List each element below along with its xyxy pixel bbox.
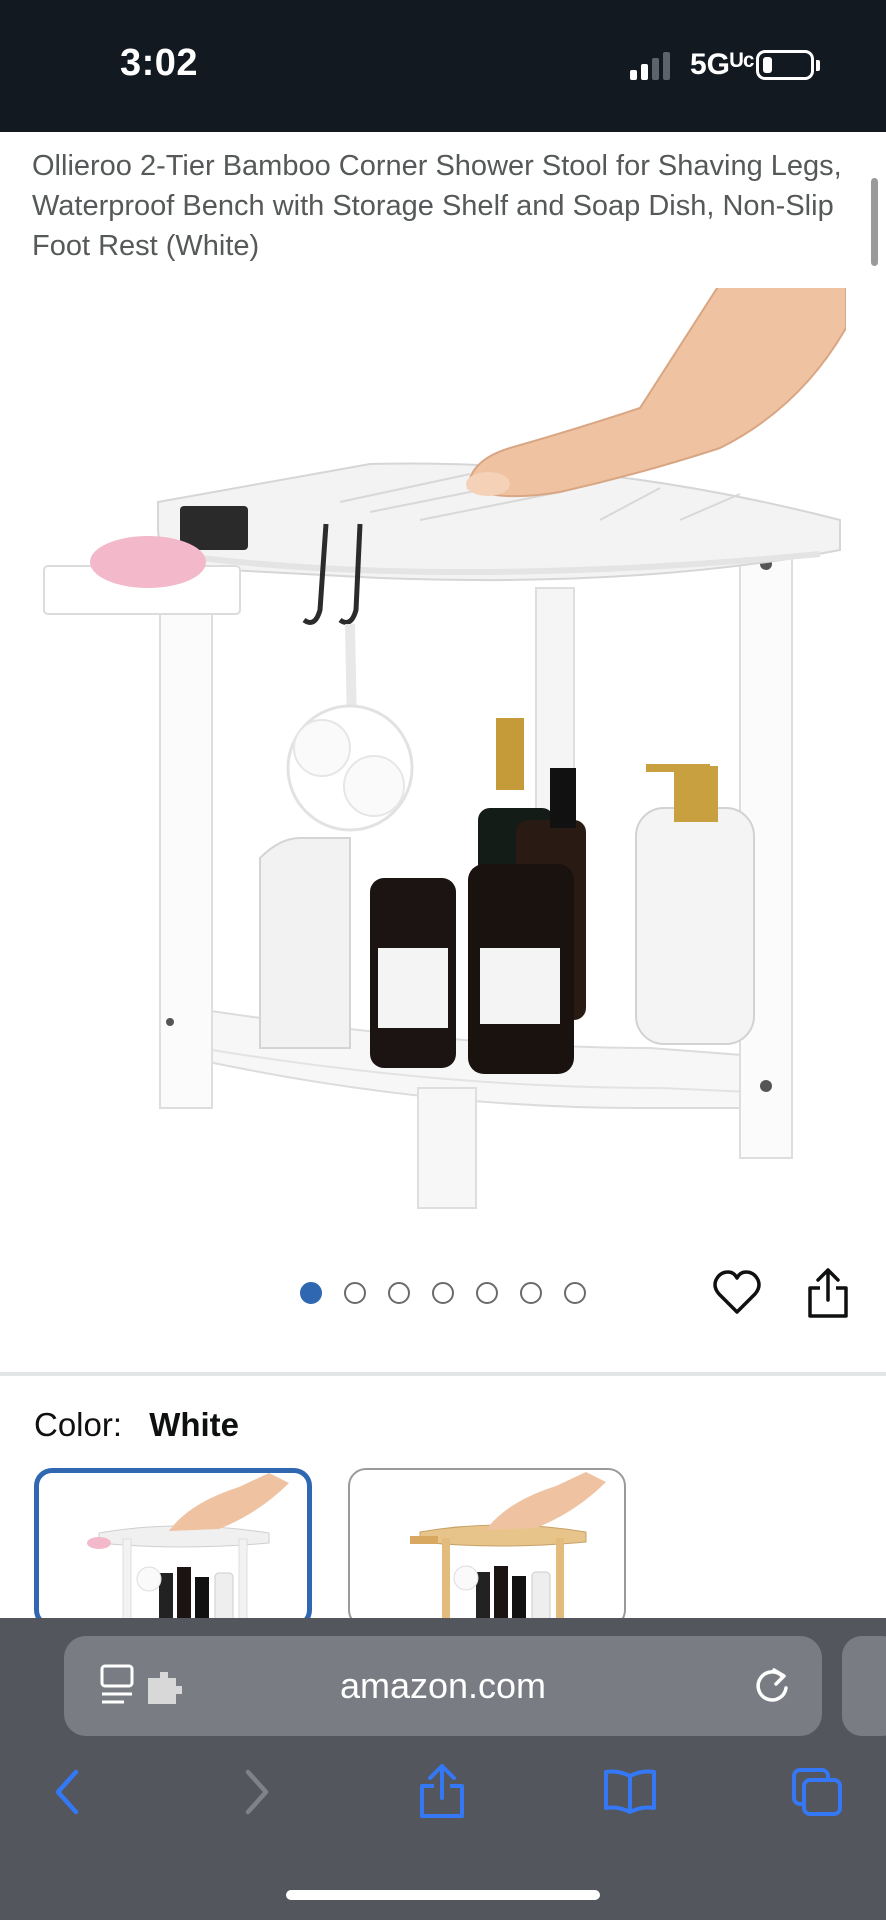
color-swatch-white[interactable] [34, 1468, 312, 1628]
heart-icon[interactable] [712, 1268, 762, 1318]
battery-icon [756, 50, 814, 80]
color-selector-label: Color: White [34, 1406, 239, 1444]
status-time: 3:02 [120, 42, 199, 84]
carousel-dot[interactable] [564, 1282, 586, 1304]
bookmarks-icon[interactable] [602, 1768, 658, 1814]
color-value: White [149, 1406, 240, 1443]
share-page-icon[interactable] [418, 1762, 466, 1820]
back-icon[interactable] [50, 1766, 84, 1818]
image-carousel-dots [300, 1282, 586, 1304]
swatch-white-thumbnail [87, 1473, 289, 1623]
scroll-indicator[interactable] [871, 178, 878, 266]
forward-icon[interactable] [240, 1766, 274, 1818]
carousel-dot[interactable] [520, 1282, 542, 1304]
url-text[interactable]: amazon.com [64, 1665, 822, 1707]
home-indicator[interactable] [286, 1890, 600, 1900]
color-swatch-natural[interactable] [348, 1468, 626, 1628]
swatch-natural-thumbnail [410, 1472, 606, 1626]
color-label: Color: [34, 1406, 123, 1443]
share-icon[interactable] [806, 1266, 850, 1320]
tabs-icon[interactable] [790, 1766, 844, 1818]
next-tab-preview[interactable] [842, 1636, 886, 1736]
carousel-dot[interactable] [388, 1282, 410, 1304]
reload-icon[interactable] [752, 1666, 792, 1706]
product-title: Ollieroo 2-Tier Bamboo Corner Shower Sto… [32, 150, 842, 262]
carousel-dot[interactable] [476, 1282, 498, 1304]
carousel-dot[interactable] [344, 1282, 366, 1304]
product-image[interactable] [40, 288, 846, 1248]
signal-icon [630, 52, 672, 80]
carousel-dot[interactable] [432, 1282, 454, 1304]
section-divider [0, 1372, 886, 1376]
network-indicator: 5Gᵁᶜ [690, 48, 755, 81]
carousel-dot[interactable] [300, 1282, 322, 1304]
battery-tip [816, 60, 820, 71]
